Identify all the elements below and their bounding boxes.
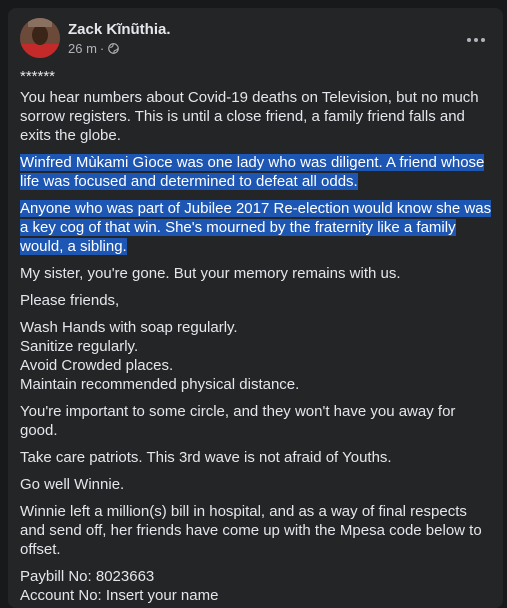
post-header: Zack Kĩnũthia. 26 m · (20, 18, 503, 62)
selected-text: Winfred Mùkami Gìoce was one lady who wa… (20, 154, 485, 190)
post-paragraph: Take care patriots. This 3rd wave is not… (20, 449, 392, 466)
more-dot (474, 38, 478, 42)
author-name[interactable]: Zack Kĩnũthia. (68, 21, 171, 38)
post-paragraph: My sister, you're gone. But your memory … (20, 265, 401, 282)
post-paragraph: You hear numbers about Covid-19 deaths o… (20, 89, 479, 144)
post-meta: 26 m · (68, 41, 120, 56)
more-dot (481, 38, 485, 42)
account-line: Account No: Insert your name (20, 587, 219, 604)
post-time[interactable]: 26 m (68, 41, 97, 56)
post-paragraph-highlighted: Anyone who was part of Jubilee 2017 Re-e… (20, 199, 496, 256)
post-text: ****** You hear numbers about Covid-19 d… (20, 67, 496, 608)
selected-text: Anyone who was part of Jubilee 2017 Re-e… (20, 200, 492, 255)
post-paragraph-list: Wash Hands with soap regularly. Sanitize… (20, 318, 496, 394)
post-paragraph: Please friends, (20, 292, 120, 309)
post-paragraph: You're important to some circle, and the… (20, 403, 456, 439)
more-dot (467, 38, 471, 42)
globe-icon[interactable] (108, 43, 120, 54)
post-paragraph-highlighted: Winfred Mùkami Gìoce was one lady who wa… (20, 153, 496, 191)
post-paragraph: ****** (20, 68, 56, 85)
list-line: Wash Hands with soap regularly. (20, 319, 238, 336)
list-line: Avoid Crowded places. (20, 357, 174, 374)
paybill-line: Paybill No: 8023663 (20, 568, 155, 585)
post-card: Zack Kĩnũthia. 26 m · ****** You hear nu… (8, 8, 503, 608)
author-avatar[interactable] (20, 18, 60, 58)
list-line: Sanitize regularly. (20, 338, 139, 355)
more-options-icon[interactable] (463, 32, 489, 48)
post-paragraph: Go well Winnie. (20, 476, 125, 493)
avatar-image (20, 18, 60, 58)
list-line: Maintain recommended physical distance. (20, 376, 300, 393)
post-paragraph: Winnie left a million(s) bill in hospita… (20, 503, 482, 558)
meta-separator: · (99, 41, 105, 56)
post-paragraph-list: Paybill No: 8023663 Account No: Insert y… (20, 567, 496, 605)
